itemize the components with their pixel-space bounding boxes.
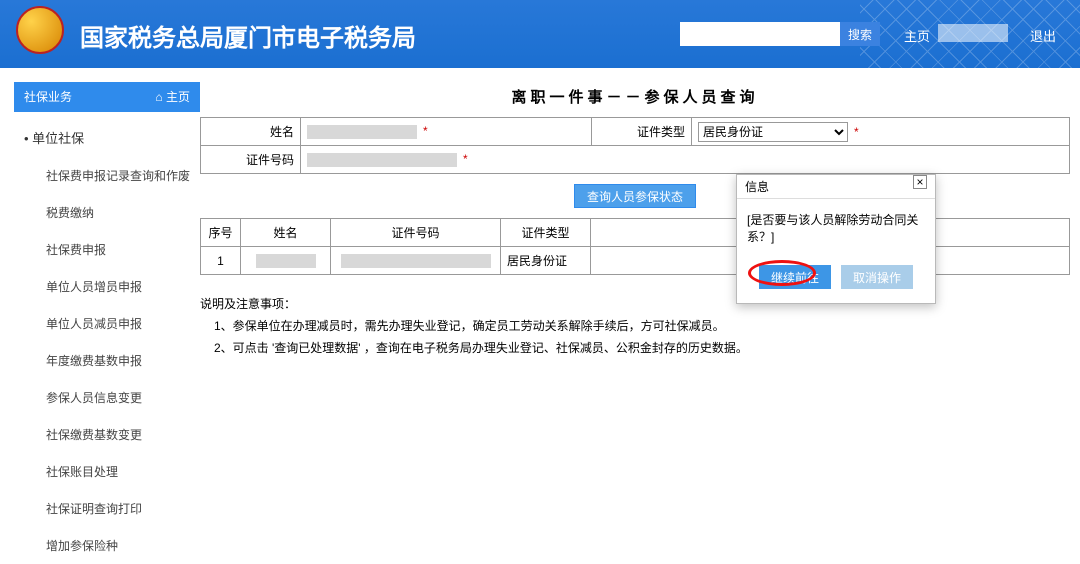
notes-head: 说明及注意事项： — [200, 293, 1070, 315]
notes-line: 2、可点击 '查询已处理数据' ，查询在电子税务局办理失业登记、社保减员、公积金… — [200, 337, 1070, 359]
home-link[interactable]: 主页 — [904, 26, 930, 45]
sidebar-item[interactable]: 增加参保险种 — [14, 527, 200, 564]
sidebar-head[interactable]: 社保业务 ⌂ 主页 — [14, 82, 200, 112]
sidebar: 社保业务 ⌂ 主页 单位社保 社保费申报记录查询和作废 税费缴纳 社保费申报 单… — [0, 68, 200, 564]
sidebar-item[interactable]: 单位人员减员申报 — [14, 305, 200, 342]
idno-input[interactable] — [307, 153, 457, 167]
notes-line: 1、参保单位在办理减员时，需先办理失业登记，确定员工劳动关系解除手续后，方可社保… — [200, 315, 1070, 337]
cell-seq: 1 — [201, 247, 241, 275]
emblem-icon — [16, 6, 64, 54]
sidebar-menu: 单位社保 社保费申报记录查询和作废 税费缴纳 社保费申报 单位人员增员申报 单位… — [14, 118, 200, 564]
sidebar-item[interactable]: 社保账目处理 — [14, 453, 200, 490]
col-name: 姓名 — [241, 219, 331, 247]
close-icon[interactable]: × — [913, 175, 927, 189]
sidebar-item[interactable]: 社保费申报记录查询和作废 — [14, 157, 200, 194]
notes: 说明及注意事项： 1、参保单位在办理减员时，需先办理失业登记，确定员工劳动关系解… — [200, 293, 1070, 359]
main-panel: 离职一件事－－参保人员查询 姓名 * 证件类型 居民身份证 * 证件号码 * 查询… — [200, 68, 1080, 564]
table-row: 1 居民身份证 失业登记 社保减员 公积金封存 — [201, 247, 1070, 275]
search-button[interactable]: 搜索 — [840, 22, 880, 46]
query-form: 姓名 * 证件类型 居民身份证 * 证件号码 * — [200, 117, 1070, 174]
cell-idtype: 居民身份证 — [501, 247, 591, 275]
sidebar-item[interactable]: 社保证明查询打印 — [14, 490, 200, 527]
dialog-body: [是否要与该人员解除劳动合同关系？] — [737, 199, 935, 257]
logo-subtext — [14, 48, 70, 64]
page-title: 离职一件事－－参保人员查询 — [200, 86, 1070, 107]
col-idno: 证件号码 — [331, 219, 501, 247]
name-cell: * — [301, 118, 592, 146]
name-label: 姓名 — [201, 118, 301, 146]
sidebar-item[interactable]: 参保人员信息变更 — [14, 379, 200, 416]
cell-idno — [331, 247, 501, 275]
cancel-button[interactable]: 取消操作 — [841, 265, 913, 289]
app-header: 国家税务总局厦门市电子税务局 搜索 主页 退出 — [0, 0, 1080, 68]
confirm-dialog: 信息 × [是否要与该人员解除劳动合同关系？] 继续前往 取消操作 — [736, 174, 936, 304]
dialog-title: 信息 — [745, 175, 769, 198]
idtype-cell: 居民身份证 * — [691, 118, 1069, 146]
sidebar-item[interactable]: 单位人员增员申报 — [14, 268, 200, 305]
home-icon: ⌂ — [155, 90, 162, 104]
required-mark: * — [423, 124, 428, 138]
idno-label: 证件号码 — [201, 146, 301, 174]
sidebar-item[interactable]: 税费缴纳 — [14, 194, 200, 231]
logout-link[interactable]: 退出 — [1030, 26, 1056, 45]
continue-button[interactable]: 继续前往 — [759, 265, 831, 289]
search-input[interactable] — [680, 22, 840, 46]
user-slot — [938, 24, 1008, 42]
idno-cell: * — [301, 146, 1070, 174]
name-input[interactable] — [307, 125, 417, 139]
sidebar-home-link[interactable]: ⌂ 主页 — [155, 82, 190, 112]
required-mark: * — [854, 125, 859, 139]
required-mark: * — [463, 152, 468, 166]
query-button[interactable]: 查询人员参保状态 — [574, 184, 696, 208]
sidebar-item[interactable]: 年度缴费基数申报 — [14, 342, 200, 379]
idtype-label: 证件类型 — [591, 118, 691, 146]
col-idtype: 证件类型 — [501, 219, 591, 247]
cell-name — [241, 247, 331, 275]
app-title: 国家税务总局厦门市电子税务局 — [80, 18, 416, 53]
sidebar-head-label: 社保业务 — [24, 82, 72, 112]
result-table: 序号 姓名 证件号码 证件类型 操作 1 居民身份证 失业登记 社保减员 公积金… — [200, 218, 1070, 275]
idtype-select[interactable]: 居民身份证 — [698, 122, 848, 142]
sidebar-item[interactable]: 社保缴费基数变更 — [14, 416, 200, 453]
sidebar-item-unit[interactable]: 单位社保 — [14, 118, 200, 157]
col-seq: 序号 — [201, 219, 241, 247]
sidebar-item[interactable]: 社保费申报 — [14, 231, 200, 268]
